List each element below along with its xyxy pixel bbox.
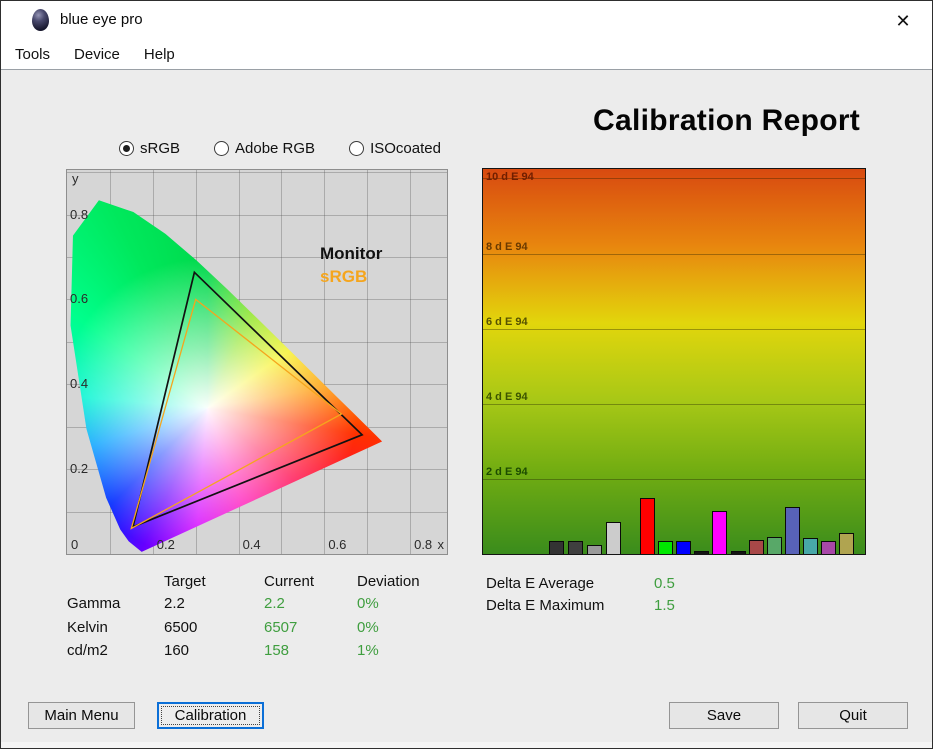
row-label: Gamma <box>67 595 121 612</box>
cell-deviation: 0% <box>357 618 379 636</box>
delta-bar <box>568 540 583 554</box>
delta-e-maximum-label: Delta E Maximum <box>486 597 605 614</box>
delta-bar <box>712 510 728 554</box>
delta-bar <box>606 522 621 554</box>
table-header-deviation: Deviation <box>357 573 420 590</box>
delta-bar <box>640 497 655 554</box>
app-icon <box>32 9 49 31</box>
delta-bar <box>549 540 564 554</box>
x-tick-label: 0.4 <box>242 537 261 552</box>
results-table: Target Current Deviation Gamma 2.2 2.2 0% Kelvi… <box>67 573 447 668</box>
delta-e-maximum-value: 1.5 <box>654 597 675 614</box>
x-tick-label: 0.6 <box>328 537 347 552</box>
radio-icon <box>119 141 134 156</box>
quit-button[interactable]: Quit <box>798 702 908 729</box>
radio-icon <box>349 141 365 156</box>
legend-monitor: Monitor <box>320 244 383 263</box>
y-tick-label: 0.6 <box>70 291 89 307</box>
radio-label: Adobe RGB <box>235 140 316 157</box>
gamut-option-isocoated[interactable]: ISOcoated <box>349 140 441 157</box>
x-tick-label: 0.8 <box>414 537 433 552</box>
delta-scale-line <box>483 403 865 405</box>
radio-label: sRGB <box>140 140 181 157</box>
delta-scale-label: 8 d E 94 <box>486 240 528 253</box>
delta-bar <box>730 551 746 554</box>
cell-current: 158 <box>264 642 290 659</box>
gamut-selector: sRGB Adobe RGB ISOcoated <box>119 140 441 157</box>
delta-bar <box>839 532 855 554</box>
cell-target: 2.2 <box>164 595 185 612</box>
x-axis-label: x <box>437 537 445 552</box>
gamut-option-adobe-rgb[interactable]: Adobe RGB <box>214 140 315 157</box>
calibration-button[interactable]: Calibration <box>157 702 264 729</box>
cell-current: 2.2 <box>264 595 285 612</box>
page-title: Calibration Report <box>593 104 861 137</box>
row-label: Kelvin <box>67 618 108 636</box>
x-tick-label: 0.2 <box>156 537 175 552</box>
cie-plot: 0.2 0.4 0.6 0.8 0 0.2 0.4 0.6 0.8 y x Monitor sRGB <box>66 169 448 555</box>
table-header-current: Current <box>264 573 315 590</box>
delta-bar <box>587 545 602 554</box>
y-axis-label: y <box>72 171 79 186</box>
delta-scale-line <box>483 253 865 255</box>
row-label: cd/m2 <box>67 642 108 659</box>
radio-icon <box>214 141 230 156</box>
delta-bar <box>784 507 800 554</box>
delta-scale-line <box>483 178 865 180</box>
legend-srgb: sRGB <box>320 267 368 286</box>
delta-e-average-value: 0.5 <box>654 575 675 592</box>
delta-bar <box>676 540 692 554</box>
titlebar: blue eye pro ✕ <box>1 1 932 39</box>
cell-deviation: 0% <box>357 595 379 612</box>
delta-scale-label: 4 d E 94 <box>486 390 528 403</box>
menubar: Tools Device Help <box>1 39 932 69</box>
gamut-triangles <box>130 270 364 530</box>
gamut-option-srgb[interactable]: sRGB <box>119 140 180 157</box>
radio-label: ISOcoated <box>370 140 441 157</box>
y-tick-label: 0.4 <box>70 376 89 392</box>
save-button[interactable]: Save <box>669 702 779 729</box>
content-panel: sRGB Adobe RGB ISOcoated Calibration Repor… <box>1 69 932 742</box>
app-window: blue eye pro ✕ Tools Device Help sRGB Ado… <box>0 0 933 749</box>
delta-e-average-label: Delta E Average <box>486 575 595 592</box>
delta-scale-label: 10 d E 94 <box>486 171 534 183</box>
main-menu-button[interactable]: Main Menu <box>28 702 135 729</box>
cell-target: 6500 <box>164 618 198 636</box>
delta-bar <box>748 540 764 554</box>
window-title: blue eye pro <box>60 11 143 28</box>
delta-scale-label: 6 d E 94 <box>486 315 528 328</box>
cie-legend: Monitor sRGB <box>320 242 382 288</box>
menu-item-tools[interactable]: Tools <box>13 44 52 65</box>
delta-scale-line <box>483 328 865 330</box>
triangle-srgb <box>130 298 343 530</box>
delta-scale-label: 2 d E 94 <box>486 465 528 478</box>
delta-e-chart: 10 d E 94 8 d E 94 6 d E 94 4 d E 94 2 d E 9… <box>482 168 866 555</box>
y-tick-label: 0.8 <box>70 206 89 222</box>
y-tick-label: 0.2 <box>70 461 89 477</box>
delta-bar <box>766 537 782 554</box>
delta-bar <box>694 551 710 554</box>
close-button[interactable]: ✕ <box>884 8 922 34</box>
delta-bar <box>658 540 674 554</box>
delta-bar <box>821 540 836 554</box>
menu-item-device[interactable]: Device <box>72 44 122 65</box>
delta-scale-line <box>483 478 865 480</box>
menu-item-help[interactable]: Help <box>142 44 177 65</box>
cell-current: 6507 <box>264 618 298 636</box>
cell-target: 160 <box>164 642 190 659</box>
table-header-target: Target <box>164 573 206 590</box>
x-tick-label: 0 <box>71 537 79 552</box>
delta-bar <box>802 538 818 554</box>
cell-deviation: 1% <box>357 642 379 659</box>
